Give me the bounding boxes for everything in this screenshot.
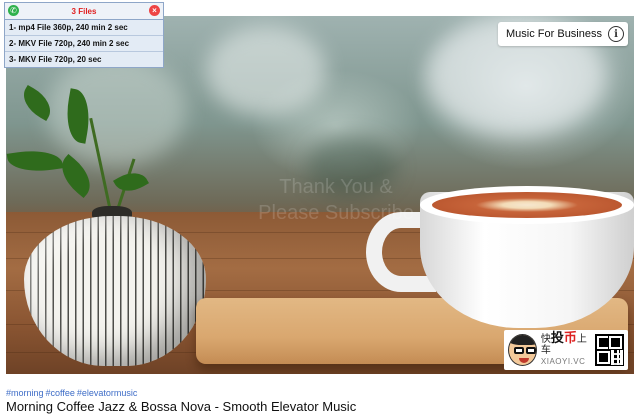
files-panel-header: ✆ 3 Files ×	[5, 3, 163, 20]
hashtags: #morning #coffee #elevatormusic	[6, 388, 139, 398]
latte-art	[432, 192, 622, 218]
mascot-avatar-icon	[508, 334, 537, 366]
video-player[interactable]: Thank You & Please Subscribe Music For B…	[6, 16, 634, 374]
striped-vase	[24, 216, 206, 366]
hashtag-link[interactable]: #morning	[6, 388, 44, 398]
watermark-line: Thank You &	[279, 176, 393, 198]
info-icon[interactable]: i	[608, 26, 624, 42]
music-for-business-label: Music For Business	[506, 28, 602, 40]
sponsor-domain: XIAOYI.VC	[540, 357, 586, 366]
close-icon[interactable]: ×	[149, 5, 160, 16]
file-item[interactable]: 3- MKV File 720p, 20 sec	[5, 52, 163, 67]
files-panel: ✆ 3 Files × 1- mp4 File 360p, 240 min 2 …	[4, 2, 164, 68]
hashtag-link[interactable]: #elevatormusic	[77, 388, 138, 398]
files-panel-title: 3 Files	[71, 6, 97, 16]
file-item[interactable]: 2- MKV File 720p, 240 min 2 sec	[5, 36, 163, 52]
file-item[interactable]: 1- mp4 File 360p, 240 min 2 sec	[5, 20, 163, 36]
music-for-business-button[interactable]: Music For Business i	[498, 22, 628, 46]
sponsor-logo: 快投币上车 XIAOYI.VC	[504, 330, 628, 370]
video-title: Morning Coffee Jazz & Bossa Nova - Smoot…	[6, 399, 357, 414]
watermark-line: Please Subscribe	[258, 202, 414, 224]
video-watermark: Thank You & Please Subscribe	[216, 174, 456, 226]
plant-leaf	[6, 146, 64, 176]
qr-code-icon	[595, 334, 624, 366]
sponsor-text: 快投币上车 XIAOYI.VC	[540, 331, 591, 367]
hashtag-link[interactable]: #coffee	[46, 388, 75, 398]
sponsor-chinese: 快投币上车	[540, 331, 587, 356]
background-bokeh	[206, 26, 326, 116]
whatsapp-icon[interactable]: ✆	[8, 5, 19, 16]
